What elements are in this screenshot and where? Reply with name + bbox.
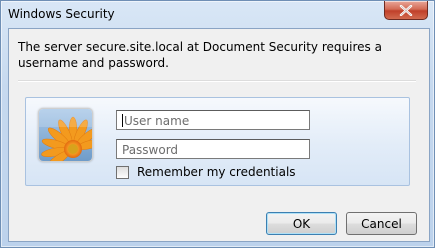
cancel-button[interactable]: Cancel bbox=[346, 212, 417, 235]
username-input[interactable]: User name bbox=[116, 110, 310, 130]
close-button[interactable] bbox=[384, 1, 428, 20]
ok-button[interactable]: OK bbox=[266, 212, 337, 235]
close-icon bbox=[399, 5, 413, 16]
dialog-title: Windows Security bbox=[8, 7, 115, 21]
divider bbox=[18, 80, 416, 82]
username-placeholder: User name bbox=[124, 114, 190, 128]
password-placeholder: Password bbox=[122, 143, 179, 157]
windows-security-dialog: Windows Security The server secure.site.… bbox=[0, 0, 435, 248]
remember-credentials-checkbox[interactable] bbox=[116, 166, 129, 179]
text-caret bbox=[122, 114, 123, 127]
password-input[interactable]: Password bbox=[116, 139, 310, 159]
dialog-body: The server secure.site.local at Document… bbox=[8, 28, 430, 242]
flower-user-tile-icon bbox=[39, 109, 92, 161]
auth-message: The server secure.site.local at Document… bbox=[18, 40, 382, 70]
credential-panel: User name Password Remember my credentia… bbox=[25, 97, 410, 186]
remember-credentials-label: Remember my credentials bbox=[137, 165, 296, 179]
user-tile bbox=[38, 108, 93, 162]
